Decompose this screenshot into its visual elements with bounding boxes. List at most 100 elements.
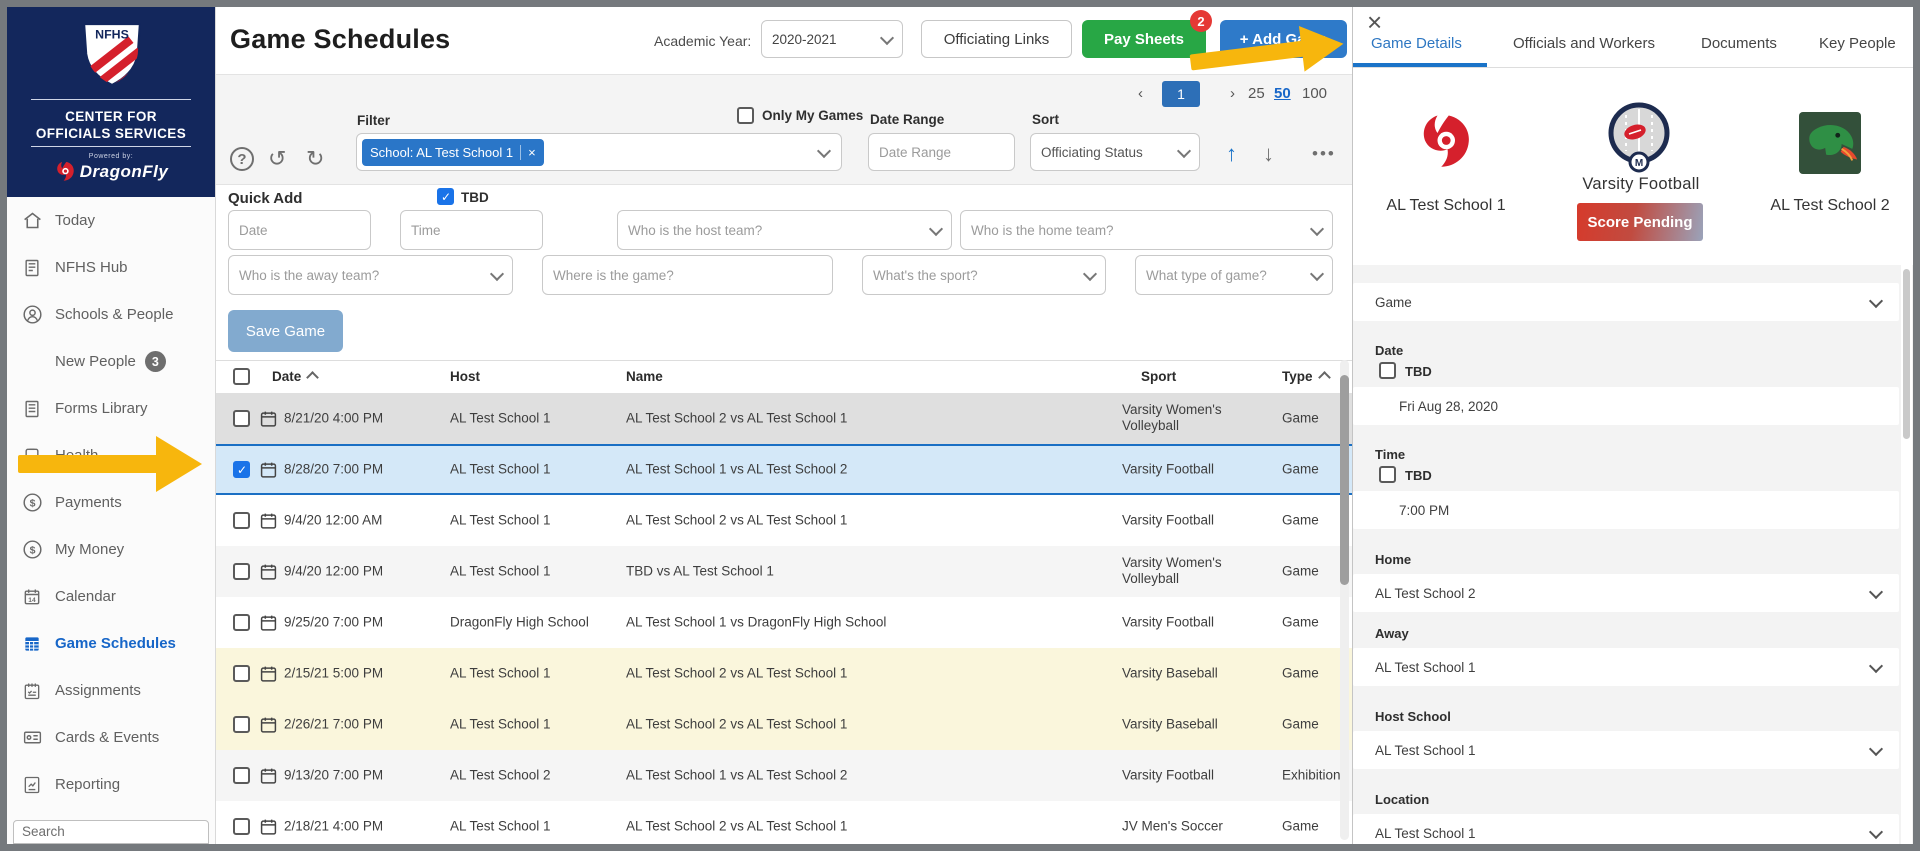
page-size-50[interactable]: 50 (1274, 85, 1291, 102)
game-row[interactable]: 9/4/20 12:00 PM AL Test School 1 TBD vs … (216, 546, 1352, 597)
page-size-100[interactable]: 100 (1302, 85, 1327, 102)
sidebar-item-label: Game Schedules (55, 635, 176, 652)
game-row[interactable]: 9/25/20 7:00 PM DragonFly High School AL… (216, 597, 1352, 648)
panel-scrollbar[interactable] (1901, 265, 1912, 844)
team1-hurricane-logo (1423, 115, 1469, 167)
report-chart-icon (21, 774, 43, 796)
host-school-select[interactable]: AL Test School 1 (1353, 731, 1899, 769)
chip-remove-icon[interactable]: × (528, 145, 536, 160)
time-value-field[interactable]: 7:00 PM (1353, 491, 1899, 529)
sidebar-item-forms-library[interactable]: Forms Library (7, 385, 215, 432)
sidebar-item-assignments[interactable]: Assignments (7, 667, 215, 714)
svg-text:NFHS: NFHS (95, 28, 129, 42)
game-row[interactable]: 2/15/21 5:00 PM AL Test School 1 AL Test… (216, 648, 1352, 699)
game-type-select[interactable]: Game (1353, 283, 1899, 321)
sort-descending-icon[interactable]: ↓ (1263, 143, 1274, 165)
game-row[interactable]: 9/13/20 7:00 PM AL Test School 2 AL Test… (216, 750, 1352, 801)
filter-label: Filter (357, 113, 391, 128)
academic-year-select[interactable]: 2020-2021 (761, 20, 903, 58)
page-prev-button[interactable]: ‹ (1138, 85, 1143, 102)
filter-select[interactable]: School: AL Test School 1 × (356, 133, 842, 171)
row-checkbox[interactable] (233, 716, 250, 733)
sidebar-item-calendar[interactable]: 14 Calendar (7, 573, 215, 620)
away-label: Away (1375, 626, 1409, 641)
chevron-down-icon (1309, 266, 1325, 281)
home-icon (21, 210, 43, 232)
sidebar-nav: Today NFHS Hub Schools & People New Peop… (7, 197, 215, 808)
date-range-input[interactable]: Date Range (868, 133, 1015, 171)
quick-add-date-input[interactable]: Date (228, 210, 371, 250)
sidebar-item-schools-people[interactable]: Schools & People (7, 291, 215, 338)
game-row[interactable]: 8/21/20 4:00 PM AL Test School 1 AL Test… (216, 393, 1352, 444)
sort-select[interactable]: Officiating Status (1030, 133, 1200, 171)
row-checkbox[interactable] (233, 614, 250, 631)
more-options-icon[interactable]: ••• (1312, 145, 1336, 162)
pay-sheets-badge: 2 (1190, 10, 1212, 32)
school-filter-chip[interactable]: School: AL Test School 1 × (362, 138, 544, 166)
only-my-games-checkbox[interactable] (737, 107, 754, 124)
sidebar-search-input[interactable]: Search (13, 820, 209, 844)
sort-label: Sort (1032, 112, 1059, 127)
time-tbd-checkbox[interactable] (1379, 466, 1396, 483)
column-date[interactable]: Date (272, 369, 320, 384)
close-icon[interactable]: × (1367, 7, 1382, 38)
quick-add-time-input[interactable]: Time (400, 210, 543, 250)
quick-add-type-select[interactable]: What type of game? (1135, 255, 1333, 295)
row-checkbox[interactable] (233, 563, 250, 580)
column-host[interactable]: Host (450, 369, 480, 384)
row-checkbox[interactable] (233, 767, 250, 784)
game-row-selected[interactable]: 8/28/20 7:00 PM AL Test School 1 AL Test… (216, 444, 1352, 495)
sidebar-item-today[interactable]: Today (7, 197, 215, 244)
sidebar-item-my-money[interactable]: $ My Money (7, 526, 215, 573)
officiating-links-button[interactable]: Officiating Links (921, 20, 1072, 58)
date-value-field[interactable]: Fri Aug 28, 2020 (1353, 387, 1899, 425)
game-row[interactable]: 9/4/20 12:00 AM AL Test School 1 AL Test… (216, 495, 1352, 546)
away-select[interactable]: AL Test School 1 (1353, 648, 1899, 686)
game-row[interactable]: 2/26/21 7:00 PM AL Test School 1 AL Test… (216, 699, 1352, 750)
team2-name: AL Test School 2 (1770, 197, 1890, 214)
page-size-25[interactable]: 25 (1248, 85, 1265, 102)
quick-add-host-select[interactable]: Who is the host team? (617, 210, 952, 250)
row-checkbox[interactable] (233, 410, 250, 427)
quick-add-away-select[interactable]: Who is the away team? (228, 255, 513, 295)
row-checkbox[interactable] (233, 512, 250, 529)
scrollbar-thumb[interactable] (1340, 375, 1349, 585)
new-people-count-badge: 3 (144, 351, 166, 372)
home-select[interactable]: AL Test School 2 (1353, 574, 1899, 612)
sort-ascending-icon[interactable]: ↑ (1226, 143, 1237, 165)
sidebar-item-new-people[interactable]: New People 3 (7, 338, 215, 385)
quick-add-tbd-checkbox[interactable] (437, 188, 454, 205)
history-icon[interactable]: ↺ (268, 148, 286, 170)
help-icon[interactable]: ? (230, 147, 254, 171)
game-row[interactable]: 2/18/21 4:00 PM AL Test School 1 AL Test… (216, 801, 1352, 852)
chevron-down-icon (1176, 143, 1192, 158)
sidebar-item-cards-events[interactable]: Cards & Events (7, 714, 215, 761)
column-sport[interactable]: Sport (1141, 369, 1176, 384)
quick-add-home-select[interactable]: Who is the home team? (960, 210, 1333, 250)
row-checkbox[interactable] (233, 461, 250, 478)
tab-documents[interactable]: Documents (1701, 35, 1777, 52)
refresh-icon[interactable]: ↻ (306, 148, 324, 170)
date-tbd-checkbox[interactable] (1379, 362, 1396, 379)
sidebar-item-label: Calendar (55, 588, 116, 605)
page-next-button[interactable]: › (1230, 85, 1235, 102)
sidebar-item-game-schedules[interactable]: Game Schedules (7, 620, 215, 667)
select-all-checkbox[interactable] (233, 368, 250, 385)
sidebar-item-reporting[interactable]: Reporting (7, 761, 215, 808)
location-select[interactable]: AL Test School 1 (1353, 814, 1899, 852)
sidebar-item-nfhs-hub[interactable]: NFHS Hub (7, 244, 215, 291)
tab-game-details[interactable]: Game Details (1371, 35, 1462, 52)
scrollbar-thumb[interactable] (1903, 269, 1910, 439)
row-checkbox[interactable] (233, 665, 250, 682)
row-checkbox[interactable] (233, 818, 250, 835)
column-type[interactable]: Type (1282, 369, 1331, 384)
quick-add-sport-select[interactable]: What's the sport? (862, 255, 1106, 295)
tabs-divider (1353, 67, 1913, 68)
table-scrollbar[interactable] (1340, 360, 1349, 840)
quick-add-location-input[interactable]: Where is the game? (542, 255, 833, 295)
save-game-button[interactable]: Save Game (228, 310, 343, 352)
chevron-down-icon (1082, 266, 1098, 281)
column-name[interactable]: Name (626, 369, 663, 384)
tab-officials-and-workers[interactable]: Officials and Workers (1513, 35, 1655, 52)
tab-key-people[interactable]: Key People (1819, 35, 1896, 52)
